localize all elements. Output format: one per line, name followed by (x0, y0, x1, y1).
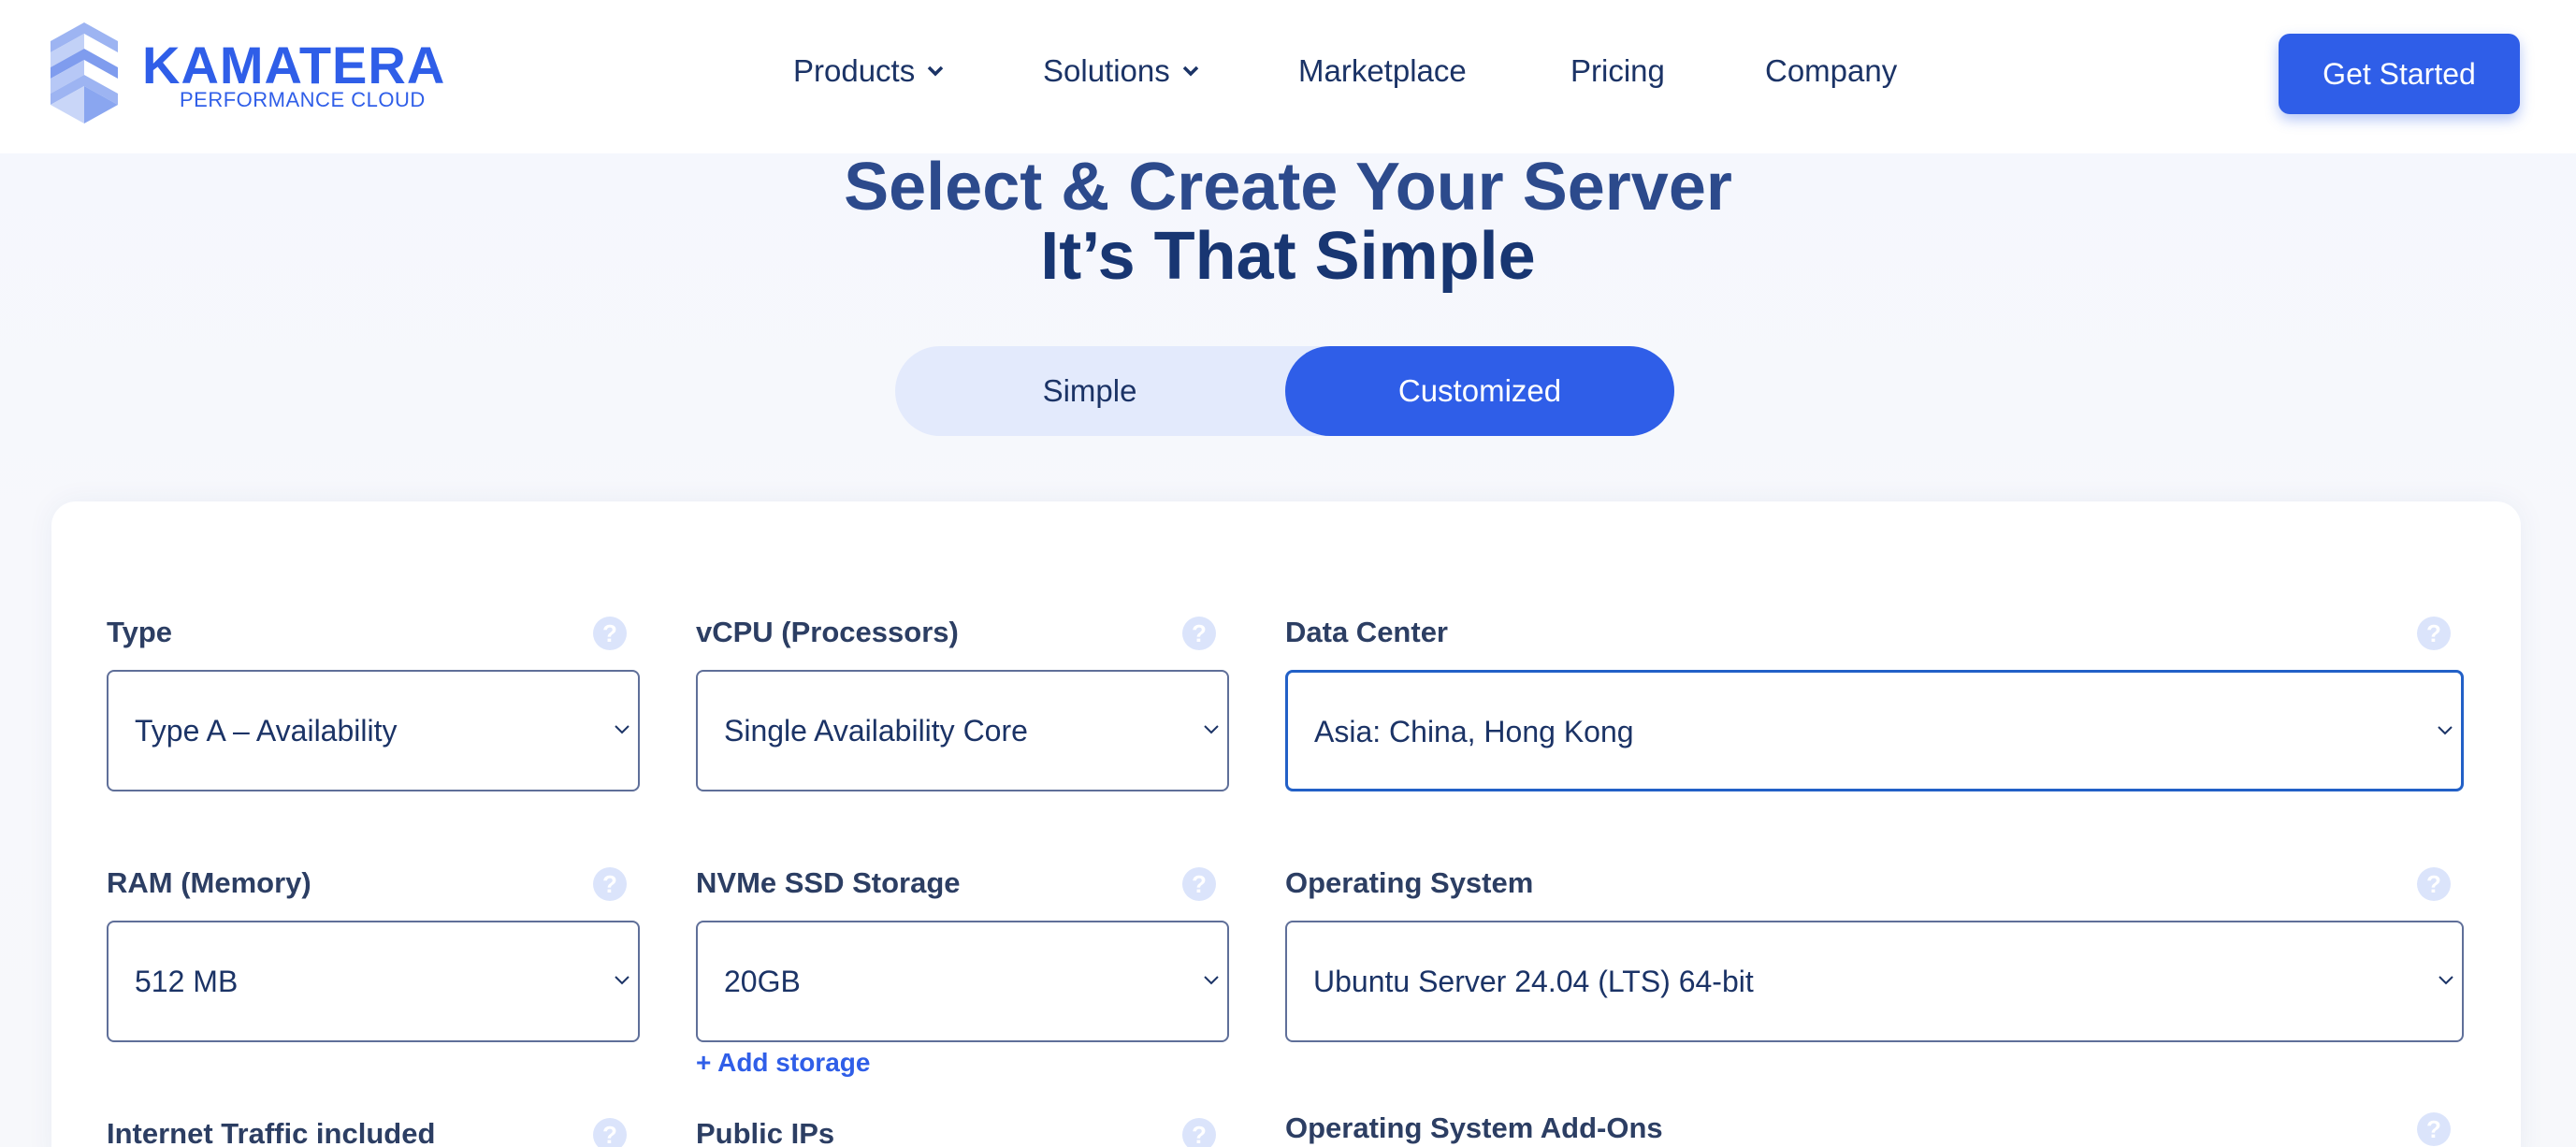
page-subtitle: It’s That Simple (1040, 219, 1536, 294)
os-addons-label: Operating System Add-Ons (1285, 1111, 1663, 1144)
help-icon[interactable]: ? (593, 867, 627, 901)
kamatera-logo-icon (51, 22, 118, 123)
type-select[interactable]: Type A – Availability (107, 670, 640, 791)
storage-select-value: 20GB (724, 965, 801, 998)
data-center-select-value: Asia: China, Hong Kong (1314, 715, 1634, 748)
chevron-down-icon (1182, 65, 1199, 77)
nav-item-label: Company (1765, 53, 1898, 88)
mode-toggle: Simple Customized (895, 346, 1674, 436)
nav-item-pricing[interactable]: Pricing (1570, 52, 1665, 90)
brand-tagline: PERFORMANCE CLOUD (180, 88, 426, 111)
data-center-label: Data Center (1285, 616, 1448, 648)
help-icon[interactable]: ? (1182, 617, 1216, 650)
nav-item-label: Marketplace (1298, 53, 1467, 88)
type-label: Type (107, 616, 173, 648)
help-icon[interactable]: ? (593, 1118, 627, 1147)
vcpu-select-value: Single Availability Core (724, 714, 1028, 748)
vcpu-select[interactable]: Single Availability Core (696, 670, 1229, 791)
chevron-down-icon (615, 725, 630, 734)
public-ips-label: Public IPs (696, 1117, 835, 1147)
nav-item-label: Products (793, 53, 916, 88)
chevron-down-icon (927, 65, 944, 77)
help-icon[interactable]: ? (2417, 867, 2451, 901)
ram-select[interactable]: 512 MB (107, 921, 640, 1042)
brand-name: KAMATERA (142, 36, 446, 94)
nav-item-solutions[interactable]: Solutions (1043, 52, 1200, 90)
help-icon[interactable]: ? (1182, 867, 1216, 901)
storage-select[interactable]: 20GB (696, 921, 1229, 1042)
toggle-customized[interactable]: Customized (1285, 346, 1674, 436)
add-storage-link[interactable]: + Add storage (696, 1046, 870, 1080)
os-select-value: Ubuntu Server 24.04 (LTS) 64-bit (1313, 965, 1754, 998)
chevron-down-icon (2438, 726, 2453, 735)
ram-label: RAM (Memory) (107, 866, 311, 899)
help-icon[interactable]: ? (593, 617, 627, 650)
type-select-value: Type A – Availability (135, 714, 398, 748)
help-icon[interactable]: ? (2417, 1112, 2451, 1146)
nav-item-products[interactable]: Products (793, 52, 945, 90)
storage-label: NVMe SSD Storage (696, 866, 961, 899)
traffic-label: Internet Traffic included (107, 1117, 436, 1147)
vcpu-label: vCPU (Processors) (696, 616, 959, 648)
page-title: Select & Create Your Server (844, 150, 1732, 225)
os-select[interactable]: Ubuntu Server 24.04 (LTS) 64-bit (1285, 921, 2464, 1042)
nav-item-label: Solutions (1043, 53, 1170, 88)
chevron-down-icon (2439, 976, 2453, 985)
data-center-select[interactable]: Asia: China, Hong Kong (1285, 670, 2464, 791)
toggle-simple[interactable]: Simple (895, 346, 1284, 436)
chevron-down-icon (615, 976, 630, 985)
site-header: KAMATERA PERFORMANCE CLOUD Products Solu… (0, 0, 2576, 153)
os-label: Operating System (1285, 866, 1534, 899)
brand-logo[interactable]: KAMATERA PERFORMANCE CLOUD (47, 21, 444, 125)
nav-item-company[interactable]: Company (1765, 52, 1897, 90)
help-icon[interactable]: ? (1182, 1118, 1216, 1147)
chevron-down-icon (1204, 976, 1219, 985)
ram-select-value: 512 MB (135, 965, 239, 998)
chevron-down-icon (1204, 725, 1219, 734)
nav-item-marketplace[interactable]: Marketplace (1298, 52, 1467, 90)
server-configurator-card (51, 501, 2521, 1147)
get-started-button[interactable]: Get Started (2279, 34, 2520, 114)
help-icon[interactable]: ? (2417, 617, 2451, 650)
nav-item-label: Pricing (1570, 53, 1665, 88)
